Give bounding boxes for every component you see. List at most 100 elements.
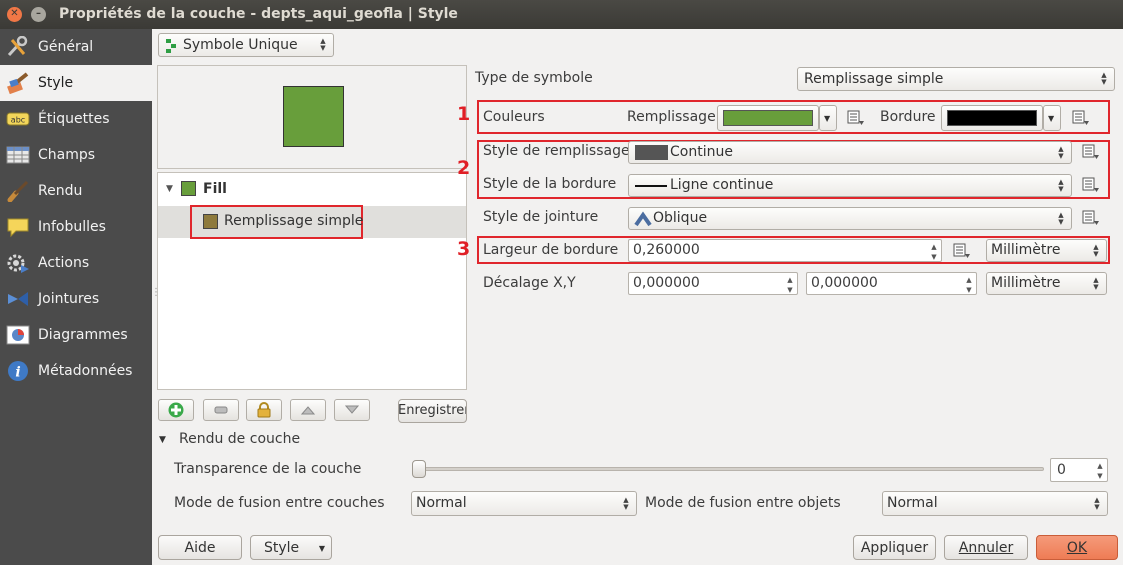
spinbox-arrows-icon[interactable]: ▲ ▼ [783, 273, 797, 294]
data-defined-override-icon[interactable] [1082, 175, 1102, 195]
paintbrush-icon [7, 72, 29, 94]
chevron-down-icon: ▼ [318, 544, 325, 553]
layer-blend-select[interactable]: Normal ▲ ▼ [411, 491, 637, 516]
abc-label-icon: abc [6, 112, 30, 126]
data-defined-override-icon[interactable] [953, 241, 973, 261]
collapse-arrow-icon[interactable]: ▼ [166, 184, 173, 194]
offset-unit-value: Millimètre [991, 275, 1061, 291]
remove-layer-button[interactable] [203, 399, 239, 421]
cancel-button[interactable]: Annuler [944, 535, 1028, 560]
symbol-layer-tree[interactable]: ▼ Fill Remplissage simple [157, 172, 467, 390]
lock-layer-button[interactable] [246, 399, 282, 421]
transparency-value: 0 [1057, 462, 1066, 478]
sidebar-item-infobulles[interactable]: Infobulles [0, 209, 152, 245]
tree-root-label: Fill [203, 181, 227, 197]
transparency-input[interactable]: 0 ▲ ▼ [1050, 458, 1108, 482]
sidebar-item-label: Style [38, 75, 74, 91]
sidebar-item-jointures[interactable]: Jointures [0, 281, 152, 317]
join-style-value: Oblique [653, 210, 708, 226]
join-icon [8, 292, 28, 306]
symbol-type-select[interactable]: Remplissage simple ▲ ▼ [797, 67, 1115, 91]
fill-color-dropdown[interactable]: ▼ [819, 105, 837, 131]
symbol-preview [157, 65, 467, 169]
offset-label: Décalage X,Y [483, 275, 576, 291]
join-style-select[interactable]: Oblique ▲ ▼ [628, 207, 1072, 230]
lock-icon [257, 402, 271, 418]
sidebar-item-label: Métadonnées [38, 363, 133, 379]
sidebar-item-champs[interactable]: Champs [0, 137, 152, 173]
spinbox-arrows-icon[interactable]: ▲ ▼ [962, 273, 976, 294]
save-symbol-label: Enregistrer [398, 403, 467, 418]
spinbox-arrows-icon[interactable]: ▲ ▼ [927, 240, 941, 261]
sidebar-item-label: Rendu [38, 183, 83, 199]
tree-child-label: Remplissage simple [224, 213, 364, 229]
save-symbol-button[interactable]: Enregistrer [398, 399, 467, 423]
colors-label: Couleurs [483, 109, 545, 125]
sidebar-item-etiquettes[interactable]: abc Étiquettes [0, 101, 152, 137]
border-color-button[interactable] [941, 105, 1043, 131]
sidebar-item-style[interactable]: Style [0, 65, 152, 101]
renderer-select-value: Symbole Unique [183, 37, 298, 53]
help-button[interactable]: Aide [158, 535, 242, 560]
sidebar-item-label: Actions [38, 255, 90, 271]
layer-blend-value: Normal [416, 495, 467, 511]
data-defined-override-icon[interactable] [1082, 142, 1102, 162]
offset-y-input[interactable]: 0,000000 ▲ ▼ [806, 272, 977, 295]
updown-arrow-icon: ▲ ▼ [1094, 495, 1100, 511]
fill-color-swatch [723, 110, 813, 126]
fill-color-button[interactable] [717, 105, 819, 131]
table-icon [6, 146, 30, 164]
single-symbol-icon [166, 39, 176, 53]
sidebar-item-general[interactable]: Général [0, 29, 152, 65]
sidebar-item-label: Général [38, 39, 94, 55]
feature-blend-select[interactable]: Normal ▲ ▼ [882, 491, 1108, 516]
spinbox-arrows-icon[interactable]: ▲ ▼ [1093, 459, 1107, 481]
sidebar-item-label: Infobulles [38, 219, 106, 235]
transparency-slider-handle[interactable] [412, 460, 426, 478]
splitter-handle[interactable]: ⋮ [151, 288, 161, 298]
offset-unit-select[interactable]: Millimètre ▲ ▼ [986, 272, 1107, 295]
add-icon [168, 402, 184, 418]
data-defined-override-icon[interactable] [1082, 208, 1102, 228]
move-down-button[interactable] [334, 399, 370, 421]
fill-style-select[interactable]: Continue ▲ ▼ [628, 141, 1072, 164]
style-button-label: Style [264, 540, 300, 556]
updown-arrow-icon: ▲ ▼ [1058, 144, 1064, 160]
layer-blend-label: Mode de fusion entre couches [174, 495, 385, 511]
sidebar-item-diagrammes[interactable]: Diagrammes [0, 317, 152, 353]
sidebar-item-metadonnees[interactable]: i Métadonnées [0, 353, 152, 389]
border-style-label: Style de la bordure [483, 176, 617, 192]
sidebar-item-rendu[interactable]: Rendu [0, 173, 152, 209]
border-color-swatch [947, 110, 1037, 126]
border-style-select[interactable]: Ligne continue ▲ ▼ [628, 174, 1072, 197]
data-defined-override-icon[interactable] [847, 108, 867, 128]
pie-chart-icon [6, 325, 30, 345]
updown-arrow-icon: ▲ ▼ [1058, 177, 1064, 193]
minimize-window-button[interactable]: – [31, 7, 46, 22]
ok-button-label: OK [1066, 540, 1088, 556]
chevron-down-icon: ▼ [1048, 114, 1055, 123]
ok-button[interactable]: OK [1036, 535, 1118, 560]
miter-join-icon [634, 211, 652, 227]
renderer-select[interactable]: Symbole Unique ▲ ▼ [158, 33, 334, 57]
move-up-button[interactable] [290, 399, 326, 421]
close-window-button[interactable]: ✕ [7, 7, 22, 22]
border-style-value: Ligne continue [670, 177, 774, 193]
transparency-slider-track[interactable] [418, 467, 1044, 471]
feature-blend-value: Normal [887, 495, 938, 511]
border-width-input[interactable]: 0,260000 ▲ ▼ [628, 239, 942, 262]
data-defined-override-icon[interactable] [1072, 108, 1092, 128]
offset-x-input[interactable]: 0,000000 ▲ ▼ [628, 272, 798, 295]
border-color-label: Bordure [880, 109, 936, 125]
border-width-unit-select[interactable]: Millimètre ▲ ▼ [986, 239, 1107, 262]
apply-button[interactable]: Appliquer [853, 535, 936, 560]
collapse-arrow-icon[interactable]: ▼ [159, 435, 166, 445]
style-menu-button[interactable]: Style ▼ [250, 535, 332, 560]
window-title: Propriétés de la couche - depts_aqui_geo… [59, 6, 458, 22]
arrow-down-icon [345, 405, 359, 414]
layer-rendering-title[interactable]: Rendu de couche [179, 431, 300, 447]
border-color-dropdown[interactable]: ▼ [1043, 105, 1061, 131]
svg-text:abc: abc [11, 116, 25, 125]
add-layer-button[interactable] [158, 399, 194, 421]
sidebar-item-actions[interactable]: Actions [0, 245, 152, 281]
